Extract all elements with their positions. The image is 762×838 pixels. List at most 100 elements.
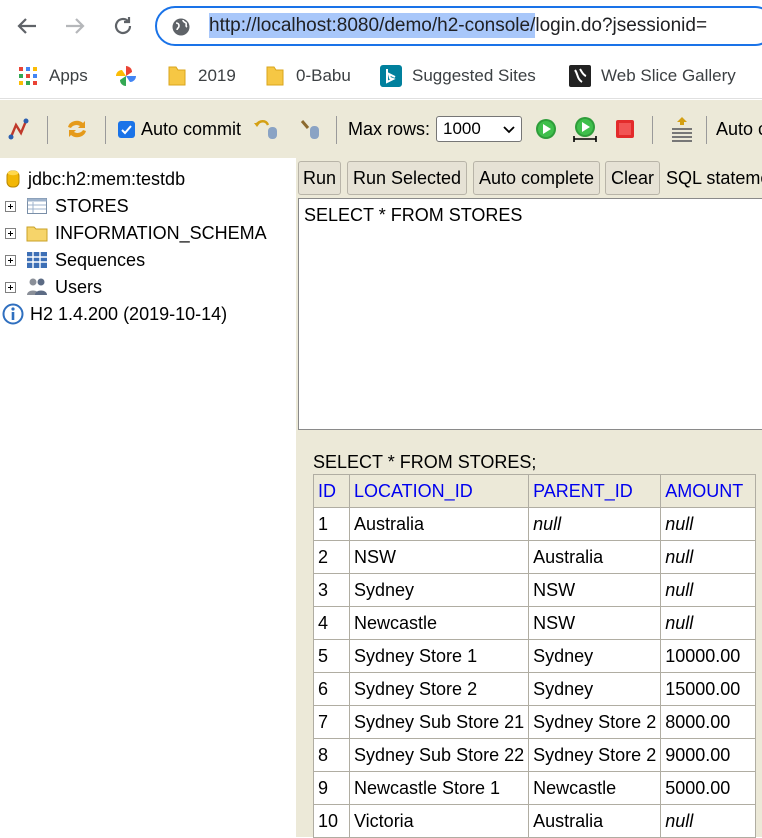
cell-parent-id: Sydney Store 2: [528, 705, 662, 739]
run-selected-icon[interactable]: [571, 100, 599, 158]
folder-icon: [166, 65, 188, 87]
table-row: 2 NSW Australia null: [313, 540, 757, 574]
tree-item-label: Sequences: [55, 249, 146, 270]
bookmark-0-babu[interactable]: 0-Babu: [264, 54, 351, 98]
column-header-parent-id[interactable]: PARENT_ID: [528, 474, 662, 508]
stop-icon[interactable]: [614, 100, 636, 158]
cell-amount: 10000.00: [660, 639, 757, 673]
cell-location-id: Sydney Sub Store 21: [348, 705, 530, 739]
table-row: 9 Newcastle Store 1 Newcastle 5000.00: [313, 771, 757, 805]
apps-grid-icon: [17, 65, 39, 87]
table-icon: [26, 196, 48, 216]
tree-item-label: STORES: [55, 195, 129, 216]
cell-location-id: NSW: [348, 540, 530, 574]
expand-icon[interactable]: [5, 227, 16, 239]
bookmark-label: Suggested Sites: [412, 66, 536, 85]
cell-id: 7: [313, 705, 350, 739]
tree-connection[interactable]: jdbc:h2:mem:testdb: [5, 166, 185, 192]
web-slice-icon: [569, 65, 591, 87]
commit-icon[interactable]: [298, 100, 322, 158]
clear-button[interactable]: Clear: [605, 161, 660, 195]
database-tree: jdbc:h2:mem:testdb STORES INFORMATION_SC…: [0, 162, 296, 837]
auto-commit-label: Auto commit: [141, 118, 242, 139]
cell-location-id: Sydney Sub Store 22: [348, 738, 530, 772]
history-icon[interactable]: [670, 100, 694, 158]
cell-parent-id: Australia: [528, 804, 662, 838]
table-row: 10 Victoria Australia null: [313, 804, 757, 838]
max-rows-select[interactable]: 1000: [436, 116, 523, 142]
rollback-icon[interactable]: [253, 100, 279, 158]
info-icon: [2, 303, 24, 325]
bookmark-pinwheel[interactable]: [115, 54, 137, 98]
cell-amount: null: [660, 540, 757, 574]
column-header-id[interactable]: ID: [313, 474, 350, 508]
bing-icon: [380, 65, 402, 87]
max-rows-value: 1000: [443, 119, 481, 138]
table-row: 4 Newcastle NSW null: [313, 606, 757, 640]
refresh-icon[interactable]: [64, 100, 90, 158]
tree-item-information-schema[interactable]: INFORMATION_SCHEMA: [0, 220, 267, 246]
max-rows-control: Max rows: 1000: [348, 100, 523, 158]
browser-nav-bar: http://localhost:8080/demo/h2-console/lo…: [0, 0, 762, 54]
cell-amount: 8000.00: [660, 705, 757, 739]
cell-id: 4: [313, 606, 350, 640]
bookmark-2019[interactable]: 2019: [166, 54, 236, 98]
max-rows-label: Max rows:: [348, 118, 431, 139]
back-icon[interactable]: [9, 8, 45, 44]
cell-id: 9: [313, 771, 350, 805]
cell-parent-id: Australia: [528, 540, 662, 574]
reload-icon[interactable]: [105, 8, 141, 44]
connection-label: jdbc:h2:mem:testdb: [28, 168, 186, 189]
cell-id: 5: [313, 639, 350, 673]
cell-amount: 9000.00: [660, 738, 757, 772]
bookmarks-bar: Apps 2019 0-Babu Suggested Sites Web Sli…: [0, 54, 762, 99]
bookmark-web-slice-gallery[interactable]: Web Slice Gallery: [569, 54, 736, 98]
bookmark-suggested-sites[interactable]: Suggested Sites: [380, 54, 536, 98]
cell-parent-id: NSW: [528, 606, 662, 640]
tree-item-stores[interactable]: STORES: [0, 193, 129, 219]
version-label: H2 1.4.200 (2019-10-14): [30, 303, 228, 324]
cell-parent-id: Sydney: [528, 672, 662, 706]
table-row: 5 Sydney Store 1 Sydney 10000.00: [313, 639, 757, 673]
run-icon[interactable]: [534, 100, 558, 158]
table-row: 8 Sydney Sub Store 22 Sydney Store 2 9000.0…: [313, 738, 757, 772]
bookmark-apps[interactable]: Apps: [17, 54, 88, 98]
tree-item-label: INFORMATION_SCHEMA: [55, 222, 267, 243]
sql-editor[interactable]: SELECT * FROM STORES: [298, 198, 762, 430]
forward-icon[interactable]: [57, 8, 93, 44]
run-selected-button[interactable]: Run Selected: [347, 161, 467, 195]
auto-complete-button[interactable]: Auto complete: [473, 161, 600, 195]
cell-location-id: Australia: [348, 507, 530, 541]
tree-item-users[interactable]: Users: [0, 274, 102, 300]
cell-id: 3: [313, 573, 350, 607]
table-row: 3 Sydney NSW null: [313, 573, 757, 607]
cell-parent-id: Newcastle: [528, 771, 662, 805]
table-row: 1 Australia null null: [313, 507, 757, 541]
cell-location-id: Sydney Store 2: [348, 672, 530, 706]
expand-icon[interactable]: [5, 200, 16, 212]
table-row: 7 Sydney Sub Store 21 Sydney Store 2 8000.0…: [313, 705, 757, 739]
toolbar-separator: [47, 116, 48, 144]
expand-icon[interactable]: [5, 281, 16, 293]
result-table: ID LOCATION_ID PARENT_ID AMOUNT 1 Austral…: [313, 474, 757, 838]
column-header-location-id[interactable]: LOCATION_ID: [348, 474, 530, 508]
column-header-amount[interactable]: AMOUNT: [660, 474, 757, 508]
cell-parent-id: Sydney: [528, 639, 662, 673]
disconnect-icon[interactable]: [8, 100, 32, 158]
cell-amount: null: [660, 804, 757, 838]
result-panel: SELECT * FROM STORES; ID LOCATION_ID PAR…: [296, 432, 762, 838]
expand-icon[interactable]: [5, 254, 16, 266]
address-bar[interactable]: http://localhost:8080/demo/h2-console/lo…: [155, 6, 762, 46]
folder-icon: [26, 223, 48, 243]
cell-id: 6: [313, 672, 350, 706]
users-icon: [26, 277, 48, 297]
bookmark-label: 2019: [198, 66, 236, 85]
run-button[interactable]: Run: [298, 161, 341, 195]
database-icon: [5, 169, 21, 189]
table-header-row: ID LOCATION_ID PARENT_ID AMOUNT: [313, 474, 757, 508]
auto-commit-checkbox[interactable]: Auto commit: [118, 100, 241, 158]
query-panel: Run Run Selected Auto complete Clear SQL…: [296, 158, 762, 838]
tree-item-sequences[interactable]: Sequences: [0, 247, 145, 273]
cell-amount: null: [660, 573, 757, 607]
cell-location-id: Sydney Store 1: [348, 639, 530, 673]
